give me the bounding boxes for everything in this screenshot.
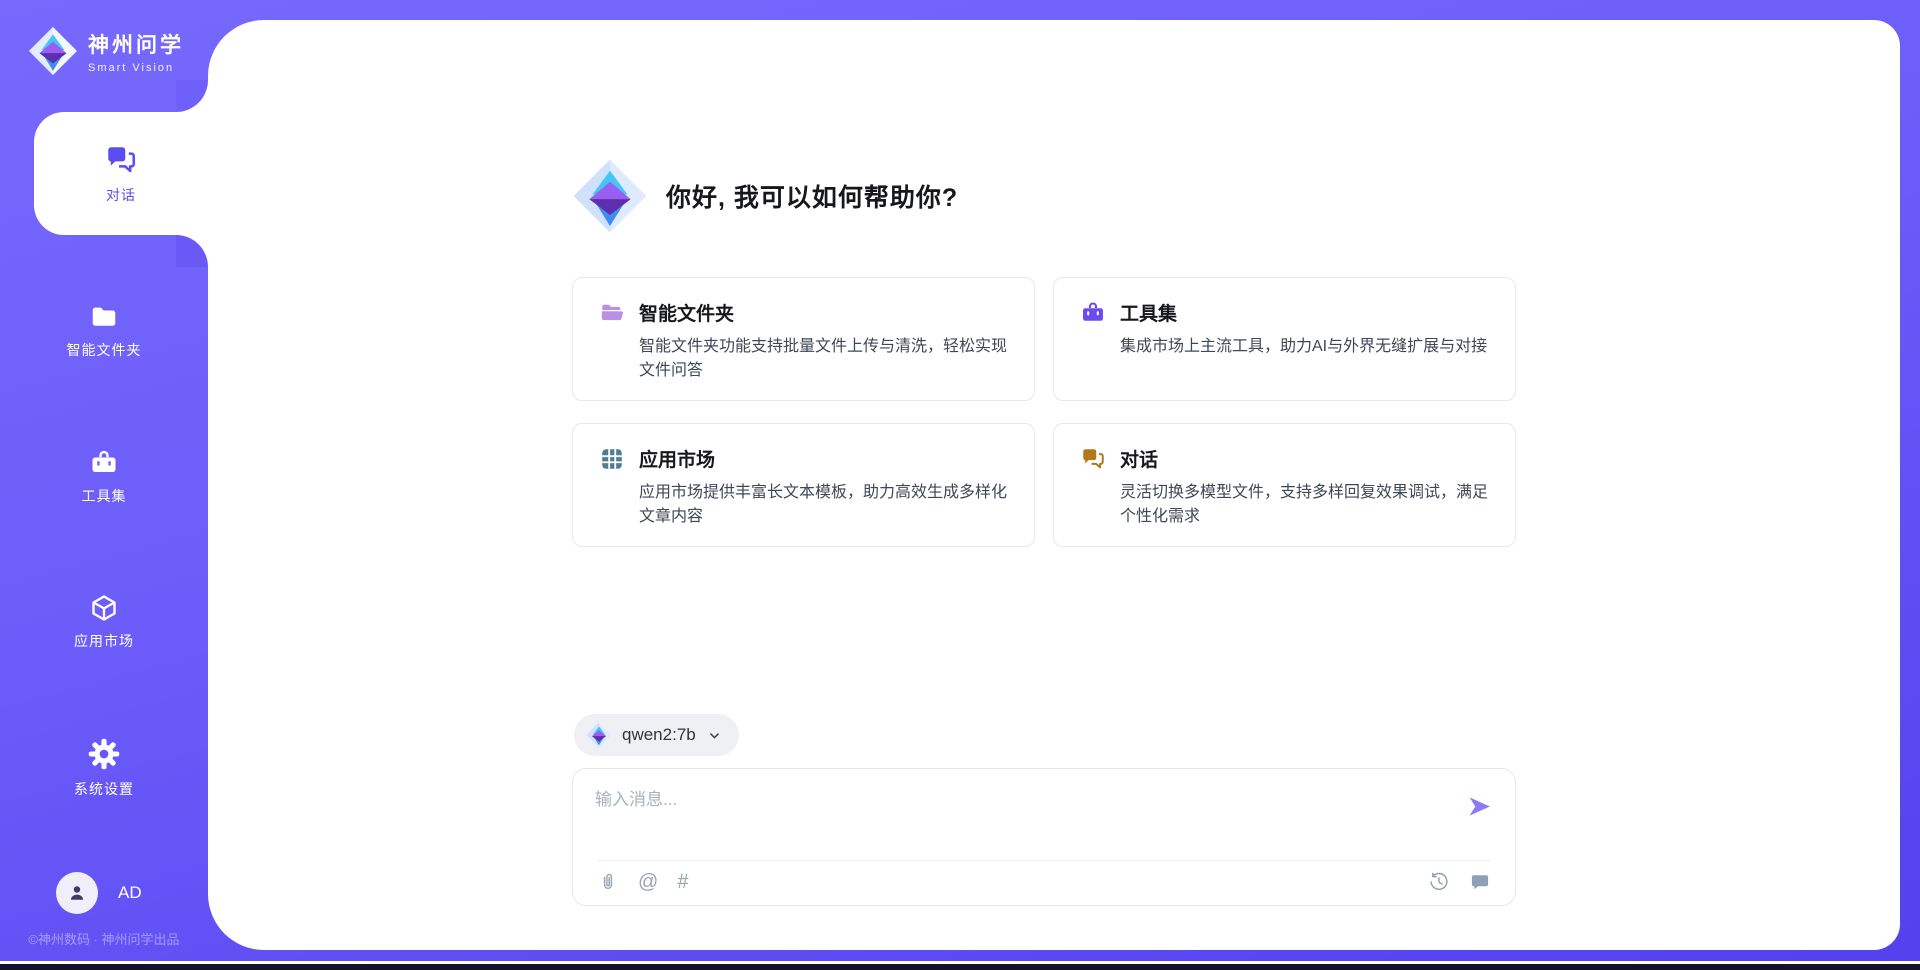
- card-title: 对话: [1120, 445, 1158, 472]
- greeting-title: 你好, 我可以如何帮助你?: [666, 178, 958, 214]
- sidebar: 神州问学 Smart Vision 对话 智能文件夹 工具集 应用市场: [0, 0, 208, 970]
- chat-icon: [104, 143, 138, 177]
- gear-icon: [87, 737, 121, 771]
- avatar: [56, 872, 98, 914]
- sidebar-item-label: 对话: [106, 185, 136, 205]
- user-initials: AD: [118, 883, 142, 903]
- card-title: 工具集: [1120, 299, 1177, 326]
- card-app-market[interactable]: 应用市场 应用市场提供丰富长文本模板，助力高效生成多样化文章内容: [572, 423, 1035, 547]
- app-logo: 神州问学 Smart Vision: [28, 26, 184, 76]
- new-chat-button[interactable]: [1469, 871, 1491, 893]
- send-button[interactable]: [1466, 793, 1493, 823]
- card-description: 智能文件夹功能支持批量文件上传与清洗，轻松实现文件问答: [639, 335, 1008, 383]
- attach-button[interactable]: [597, 871, 619, 893]
- sidebar-item-label: 工具集: [82, 486, 127, 506]
- app-subtitle: Smart Vision: [88, 62, 184, 74]
- folder-open-icon: [599, 300, 625, 326]
- send-icon: [1466, 793, 1493, 820]
- mention-button[interactable]: @: [638, 872, 658, 892]
- history-button[interactable]: [1428, 871, 1450, 893]
- chevron-down-icon: [706, 727, 723, 744]
- sidebar-item-chat[interactable]: 对话: [34, 112, 208, 235]
- hero: 你好, 我可以如何帮助你?: [572, 158, 958, 234]
- card-title: 应用市场: [639, 445, 715, 472]
- composer: qwen2:7b @: [572, 714, 1516, 906]
- paperclip-icon: [597, 871, 619, 893]
- briefcase-icon: [1080, 300, 1106, 326]
- briefcase-icon: [89, 448, 119, 478]
- model-selector[interactable]: qwen2:7b: [574, 714, 739, 756]
- sidebar-item-app-market[interactable]: 应用市场: [0, 593, 208, 651]
- card-title: 智能文件夹: [639, 299, 734, 326]
- card-description: 应用市场提供丰富长文本模板，助力高效生成多样化文章内容: [639, 481, 1008, 529]
- sidebar-item-label: 系统设置: [74, 779, 134, 799]
- message-bubble-icon: [1469, 871, 1491, 893]
- sidebar-item-settings[interactable]: 系统设置: [0, 737, 208, 799]
- diamond-logo-icon: [572, 158, 648, 234]
- app-name: 神州问学: [88, 29, 184, 59]
- person-icon: [66, 882, 88, 904]
- sidebar-item-toolset[interactable]: 工具集: [0, 448, 208, 506]
- diamond-logo-icon: [586, 722, 612, 748]
- tab-fillet-top: [176, 80, 208, 112]
- user-profile[interactable]: AD: [56, 872, 142, 914]
- composer-divider: [597, 860, 1491, 861]
- history-icon: [1428, 871, 1450, 893]
- shortcut-cards: 智能文件夹 智能文件夹功能支持批量文件上传与清洗，轻松实现文件问答 工具集 集成…: [572, 277, 1516, 547]
- message-input-box: @ #: [572, 768, 1516, 906]
- diamond-logo-icon: [28, 26, 78, 76]
- sidebar-item-label: 应用市场: [74, 631, 134, 651]
- topic-button[interactable]: #: [677, 872, 688, 892]
- model-name: qwen2:7b: [622, 725, 696, 745]
- main-panel: 你好, 我可以如何帮助你? 智能文件夹 智能文件夹功能支持批量文件上传与清洗，轻…: [208, 20, 1900, 950]
- folder-icon: [89, 302, 119, 332]
- cube-icon: [89, 593, 119, 623]
- sidebar-item-smart-folder[interactable]: 智能文件夹: [0, 302, 208, 360]
- message-input[interactable]: [595, 785, 1454, 843]
- card-toolset[interactable]: 工具集 集成市场上主流工具，助力AI与外界无缝扩展与对接: [1053, 277, 1516, 401]
- card-smart-folder[interactable]: 智能文件夹 智能文件夹功能支持批量文件上传与清洗，轻松实现文件问答: [572, 277, 1035, 401]
- chat-icon: [1080, 446, 1106, 472]
- tab-fillet-bottom: [176, 235, 208, 267]
- sidebar-item-label: 智能文件夹: [67, 340, 142, 360]
- card-description: 集成市场上主流工具，助力AI与外界无缝扩展与对接: [1120, 335, 1489, 359]
- bottom-edge-bar: [0, 964, 1920, 970]
- card-chat[interactable]: 对话 灵活切换多模型文件，支持多样回复效果调试，满足个性化需求: [1053, 423, 1516, 547]
- app-grid-icon: [599, 446, 625, 472]
- sidebar-footer: ©神州数码 · 神州问学出品: [0, 929, 208, 948]
- card-description: 灵活切换多模型文件，支持多样回复效果调试，满足个性化需求: [1120, 481, 1489, 529]
